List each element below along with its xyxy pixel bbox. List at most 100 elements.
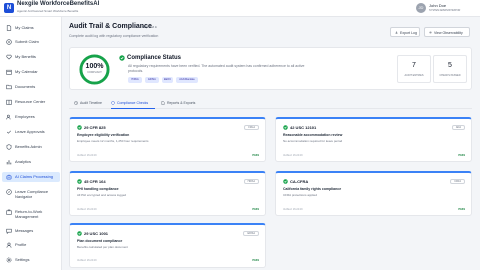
sidebar-item-my-benefits[interactable]: My Benefits [2,52,60,62]
message-icon [6,228,12,234]
regulation-card-29-usc-1001: 29 USC 1001 ERISA Plan document complian… [69,223,266,268]
sidebar-item-label: My Calendar [15,69,38,74]
sidebar-item-settings[interactable]: Settings [2,255,60,265]
tab-compliance-checks[interactable]: Compliance Checks [111,99,155,109]
verified-timestamp: Verified: 16:24:29 [77,154,97,157]
page-description: Complete audit log with regulatory compl… [69,34,159,38]
regulation-badge: ERISA [243,231,259,236]
sidebar-item-submit-claim[interactable]: Submit Claim [2,37,60,47]
top-header: N Nexgile WorkforceBenefitsAI Agentic AI… [0,0,480,17]
verified-timestamp: Verified: 16:24:29 [77,259,97,262]
regulation-code: 29 USC 1001 [84,231,109,236]
sidebar-item-label: AI Claims Processing [15,174,54,179]
sidebar-item-employees[interactable]: Employees [2,112,60,122]
pass-status: PASS [252,154,259,157]
regulation-chip: EEOC [162,77,173,83]
regulation-title: California family rights compliance [283,187,342,191]
regulation-code: 42 USC 12101 [290,125,317,130]
check-circle-icon [283,125,288,130]
stat-label: AUDIT ENTRIES [404,74,424,77]
user-role: SYSTEM ADMINISTRATOR [429,9,461,12]
sidebar-item-label: Leave Approvals [15,129,45,134]
export-log-button[interactable]: Export Log [390,27,420,37]
verified-timestamp: Verified: 16:24:29 [77,208,97,211]
sidebar-item-label: My Claims [15,25,34,30]
sidebar-item-profile[interactable]: Profile [2,240,60,250]
sidebar-item-label: Documents [15,84,36,89]
regulation-card-45-cfr-164: 45 CFR 164 HIPAA PHI handling compliance… [69,171,266,216]
regulation-code: 45 CFR 164 [84,179,106,184]
file-icon [6,25,12,31]
view-observability-label: View Observability [434,30,463,35]
regulation-description: No accommodation required for leave peri… [283,139,343,143]
regulation-description: Benefits calculated per plan document [77,245,128,249]
regulation-badge: ADA [451,125,465,130]
export-log-label: Export Log [400,30,417,35]
app-name[interactable]: Nexgile WorkforceBenefitsAI [17,1,99,7]
regulation-title: Plan document compliance [77,239,123,243]
stat-label: CHECKS PASSED [439,74,461,77]
regulation-chip: HIPAA [128,77,142,83]
sidebar-item-my-calendar[interactable]: My Calendar [2,67,60,77]
tab-reports-exports[interactable]: Reports & Exports [161,99,201,109]
sidebar-item-benefits-admin[interactable]: Benefits Admin [2,142,60,152]
compliance-gauge-label: COMPLIANT [87,71,102,74]
bar-chart-icon [6,159,12,165]
regulation-code: 29 CFR 825 [84,125,106,130]
sidebar-item-label: Leave Compliance Navigator [15,189,49,199]
regulation-description: CFRA protections applied [283,193,318,197]
plus-icon [6,39,12,45]
sidebar-item-ai-claims-processing[interactable]: AI Claims Processing [2,172,60,182]
pass-status: PASS [252,259,259,262]
regulation-badge: HIPAA [243,179,259,184]
sidebar-item-label: Settings [15,257,30,262]
sidebar-item-resource-center[interactable]: Resource Center [2,97,60,107]
regulation-chip: ACA/Mandate [176,77,198,83]
sidebar-item-documents[interactable]: Documents [2,82,60,92]
clock-icon [74,101,78,105]
avatar[interactable]: JD [416,3,426,13]
shield-icon [6,144,12,150]
check-icon [6,129,12,135]
sidebar-item-return-to-work-management[interactable]: Return-to-Work Management [2,207,60,219]
compliance-percent: 100% [85,63,104,70]
compliance-status-description: All regulatory requirements have been ve… [128,64,305,73]
sidebar-item-label: Profile [15,242,27,247]
app-tagline: Agentic AI-Powered Smart Workforce Benef… [17,9,79,13]
regulation-title: PHI handling compliance [77,187,119,191]
stat-value: 5 [448,62,452,69]
sidebar-item-label: Benefits Admin [15,144,42,149]
sidebar-item-analytics[interactable]: Analytics [2,157,60,167]
folder-icon [6,84,12,90]
stat-audit-entries: 7 AUDIT ENTRIES [397,55,431,83]
eye-icon [429,31,432,34]
user-icon [6,242,12,248]
regulation-badge: FMLA [244,125,259,130]
view-observability-button[interactable]: View Observability [424,27,470,37]
download-icon [395,31,398,34]
check-circle-icon [77,179,82,184]
sidebar-item-label: Resource Center [15,99,46,104]
pass-status: PASS [252,208,259,211]
regulation-description: All PHI encrypted and access logged [77,193,127,197]
check-circle-icon [283,179,288,184]
sidebar-item-label: Employees [15,114,35,119]
app-logo[interactable]: N [4,3,14,13]
tab-audit-timeline[interactable]: Audit Timeline [74,99,106,109]
user-name[interactable]: John Doe [429,3,446,8]
sidebar-item-label: Submit Claim [15,39,39,44]
sidebar-item-leave-compliance-navigator[interactable]: Leave Compliance Navigator [2,187,60,199]
compliance-status-title: Compliance Status [127,55,182,61]
shield-icon [111,101,115,105]
regulation-title: Reasonable accommodation review [283,133,343,137]
regulation-card-ca-cfra: CA-CFRA CFRA California family rights co… [275,171,472,216]
page-title: Audit Trail & Compliance [69,23,152,30]
sidebar-item-my-claims[interactable]: My Claims [2,23,60,33]
briefcase-icon [6,209,12,215]
regulation-chip: ERISA [145,77,159,83]
calendar-icon [6,69,12,75]
sidebar-item-leave-approvals[interactable]: Leave Approvals [2,127,60,137]
verified-timestamp: Verified: 16:24:29 [283,154,303,157]
check-circle-icon [77,125,82,130]
sidebar-item-messages[interactable]: Messages [2,226,60,236]
